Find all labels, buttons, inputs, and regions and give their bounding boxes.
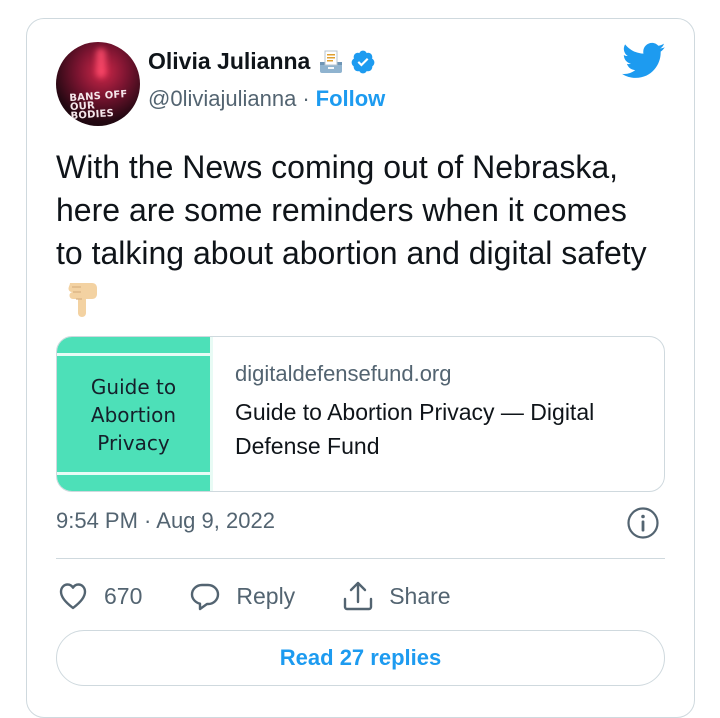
divider xyxy=(56,558,665,559)
tweet-timestamp[interactable]: 9:54 PM · Aug 9, 2022 xyxy=(56,508,275,534)
share-label: Share xyxy=(389,582,451,609)
follow-button[interactable]: Follow xyxy=(316,86,386,112)
avatar-text: BANS OFF OUR BODIES xyxy=(69,89,128,123)
link-thumbnail: Guide to Abortion Privacy xyxy=(57,337,213,491)
author-handle[interactable]: @0liviajulianna xyxy=(148,86,296,112)
tweet-text-container: With the News coming out of Nebraska, he… xyxy=(56,146,656,319)
info-icon[interactable] xyxy=(626,506,660,540)
thumbnail-text: Guide to Abortion Privacy xyxy=(90,375,177,455)
thumbnail-line-top xyxy=(57,353,213,356)
avatar[interactable]: BANS OFF OUR BODIES xyxy=(56,42,140,126)
thumbnail-line-right xyxy=(210,337,213,491)
link-preview-card[interactable]: Guide to Abortion Privacy digitaldefense… xyxy=(56,336,665,492)
ballot-box-icon xyxy=(320,50,343,73)
thumbnail-line-bottom xyxy=(57,472,213,475)
like-button[interactable]: 670 xyxy=(56,579,142,613)
reply-button[interactable]: Reply xyxy=(188,579,295,613)
link-body: digitaldefensefund.org Guide to Abortion… xyxy=(213,337,664,491)
action-bar: 670 Reply Share xyxy=(56,576,497,616)
likes-count: 670 xyxy=(104,582,143,609)
verified-badge-icon xyxy=(351,50,375,73)
backhand-index-pointing-down-icon xyxy=(68,282,97,317)
share-button[interactable]: Share xyxy=(341,579,451,613)
heart-icon xyxy=(59,583,87,610)
read-replies-button[interactable]: Read 27 replies xyxy=(56,630,665,686)
twitter-logo-icon[interactable] xyxy=(622,42,666,80)
author-name[interactable]: Olivia Julianna xyxy=(148,48,310,75)
author-handle-row: @0liviajulianna · Follow xyxy=(148,86,385,112)
link-domain: digitaldefensefund.org xyxy=(235,361,452,386)
reply-icon xyxy=(191,583,220,611)
reply-label: Reply xyxy=(236,582,296,609)
avatar-glow xyxy=(96,48,106,78)
author-name-row: Olivia Julianna xyxy=(148,48,376,75)
separator-dot: · xyxy=(302,86,310,111)
share-icon xyxy=(343,581,373,611)
tweet-text: With the News coming out of Nebraska, he… xyxy=(56,149,647,271)
link-title: Guide to Abortion Privacy — Digital Defe… xyxy=(235,399,595,459)
